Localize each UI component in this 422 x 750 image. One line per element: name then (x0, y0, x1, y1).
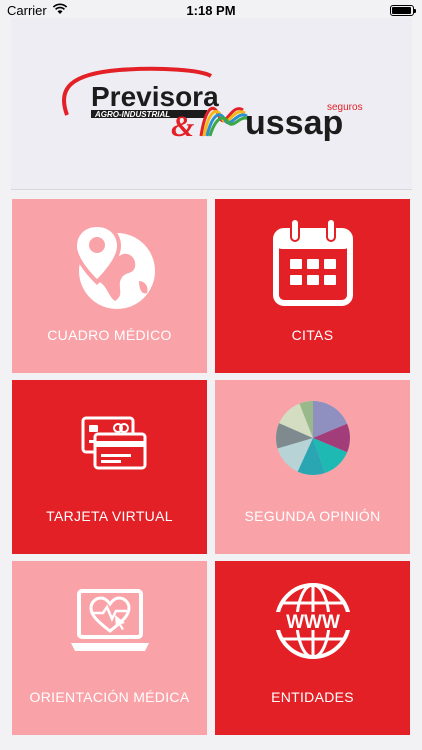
laptop-heart-icon (12, 571, 207, 681)
tile-label: ENTIDADES (271, 689, 354, 705)
tile-orientacion-medica[interactable]: ORIENTACIÓN MÉDICA (12, 561, 207, 735)
tile-label: SEGUNDA OPINIÓN (244, 508, 381, 524)
tile-label: ORIENTACIÓN MÉDICA (29, 689, 190, 705)
tile-label: CITAS (291, 327, 334, 343)
www-globe-icon: WWW (215, 571, 410, 681)
calendar-icon (215, 209, 410, 319)
tile-cuadro-medico[interactable]: CUADRO MÉDICO (12, 199, 207, 373)
tile-label: TARJETA VIRTUAL (46, 508, 173, 524)
menu-grid: CUADRO MÉDICO CITAS TARJETA VIRTUAL SEGU… (0, 0, 422, 750)
cards-icon (12, 390, 207, 500)
tile-citas[interactable]: CITAS (215, 199, 410, 373)
tile-segunda-opinion[interactable]: SEGUNDA OPINIÓN (215, 380, 410, 554)
globe-location-icon (12, 209, 207, 319)
color-circle-icon (215, 390, 410, 500)
www-text: WWW (286, 612, 340, 633)
tile-label: CUADRO MÉDICO (47, 327, 172, 343)
tile-tarjeta-virtual[interactable]: TARJETA VIRTUAL (12, 380, 207, 554)
tile-entidades[interactable]: WWW ENTIDADES (215, 561, 410, 735)
